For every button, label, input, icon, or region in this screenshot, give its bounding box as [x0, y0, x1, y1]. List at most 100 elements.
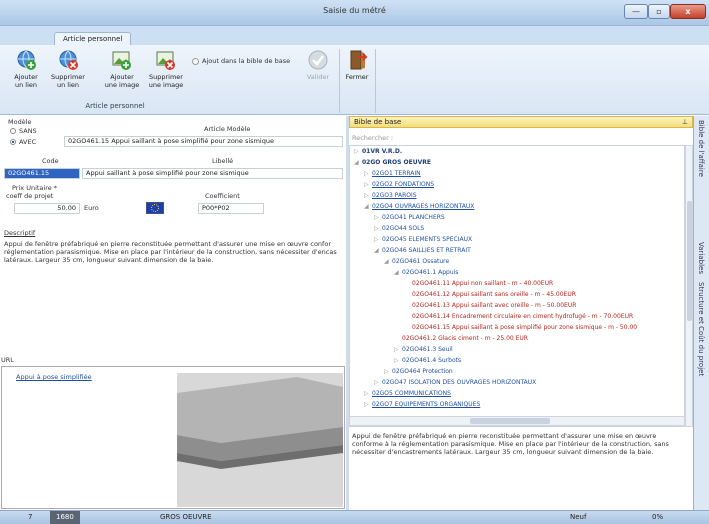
tree-item[interactable]: ◢ 02GO46 SAILLIES ET RETRAIT [374, 247, 471, 254]
tab-variables[interactable]: Variables [697, 242, 705, 274]
validate-button[interactable]: Valider [302, 49, 334, 81]
expander-icon[interactable]: ▷ [384, 368, 392, 375]
check-circle-icon [308, 50, 328, 70]
add-link-button[interactable]: Ajouter un lien [6, 49, 46, 89]
tree-item-label: 02GO461.13 Appui saillant avec oreille -… [412, 302, 577, 309]
bible-search-input[interactable]: Rechercher : [352, 134, 393, 142]
ribbon-tab-strip: Article personnel ^ [0, 26, 709, 67]
url-link[interactable]: Appui à pose simplifiée [16, 373, 92, 381]
tree-item[interactable]: ▷ 02GO1 TERRAIN [364, 170, 421, 177]
delete-image-button[interactable]: Supprimer une image [144, 49, 188, 89]
tree-item[interactable]: 02GO461.15 Appui saillant à pose simplif… [404, 324, 637, 331]
side-tab-strip: Bible de l'affaire Variables Structure e… [693, 116, 709, 510]
globe-delete-icon [59, 50, 78, 70]
tree-item-label: 02GO5 COMMUNICATIONS [372, 390, 451, 397]
add-image-label-1: Ajouter [110, 73, 134, 81]
article-modele-label: Article Modèle [204, 125, 251, 133]
tree-item[interactable]: ▷ 02GO3 PAROIS [364, 192, 417, 199]
expander-icon[interactable]: ▷ [364, 390, 372, 397]
add-image-button[interactable]: Ajouter une image [100, 49, 144, 89]
tree-item-label: 02GO GROS OEUVRE [362, 159, 431, 166]
tree-item[interactable]: ◢ 02GO GROS OEUVRE [354, 159, 431, 166]
maximize-button[interactable]: ▫ [648, 4, 670, 19]
status-state: Neuf [570, 513, 587, 521]
scroll-thumb[interactable] [687, 201, 692, 321]
add-to-bible-checkbox[interactable]: Ajout dans la bible de base [192, 57, 290, 65]
expander-icon[interactable]: ▷ [364, 181, 372, 188]
tree-item-label: 01VR V.R.D. [362, 148, 403, 155]
door-exit-icon [350, 50, 368, 70]
tree-item[interactable]: ▷ 01VR V.R.D. [354, 148, 402, 155]
ribbon-separator [375, 49, 376, 113]
expander-icon[interactable]: ▷ [394, 346, 402, 353]
tree-item[interactable]: 02GO461.14 Encadrement circulaire en cim… [404, 313, 633, 320]
tree-item[interactable]: ▷ 02GO7 EQUIPEMENTS ORGANIQUES [364, 401, 480, 408]
window-sill-image [177, 373, 343, 507]
tree-item[interactable]: ▷ 02GO44 SOLS [374, 225, 424, 232]
code-field[interactable]: 02GO461.15 [4, 168, 80, 179]
expander-icon[interactable]: ▷ [354, 148, 362, 155]
tab-bible-affaire[interactable]: Bible de l'affaire [697, 120, 705, 177]
bible-tree: ▷ 01VR V.R.D. ◢ 02GO GROS OEUVRE ▷ 02GO1 TERR… [349, 145, 685, 427]
minimize-button[interactable]: — [624, 4, 648, 19]
expander-icon[interactable]: ▷ [374, 214, 382, 221]
coefficient-field[interactable]: P00*P02 [198, 203, 264, 214]
scroll-thumb[interactable] [470, 418, 550, 424]
globe-add-icon [17, 50, 36, 70]
tree-item[interactable]: ◢ 02GO461 Ossature [384, 258, 449, 265]
expander-icon[interactable]: ◢ [364, 203, 372, 210]
tree-horizontal-scrollbar[interactable] [349, 416, 685, 426]
expander-icon[interactable]: ◢ [354, 159, 362, 166]
close-ribbon-button[interactable]: Fermer [342, 49, 372, 81]
tree-item[interactable]: 02GO461.11 Appui non saillant - m - 40.0… [404, 280, 553, 287]
tree-vertical-scrollbar[interactable] [685, 145, 693, 427]
radio-sans-label: SANS [19, 127, 37, 135]
delete-link-button[interactable]: Supprimer un lien [46, 49, 90, 89]
tree-item[interactable]: ▷ 02GO5 COMMUNICATIONS [364, 390, 451, 397]
bible-title: Bible de base [354, 118, 402, 126]
libelle-label: Libellé [212, 157, 234, 165]
tab-structure-cout[interactable]: Structure et Coût du projet [697, 282, 705, 376]
descriptif-text[interactable]: Appui de fenêtre préfabriqué en pierre r… [4, 240, 344, 264]
radio-avec[interactable]: AVEC [10, 138, 36, 146]
tree-item[interactable]: ▷ 02GO45 ELEMENTS SPECIAUX [374, 236, 472, 243]
tree-item[interactable]: ▷ 02GO464 Protection [384, 368, 453, 375]
expander-icon[interactable]: ▷ [364, 192, 372, 199]
close-button[interactable]: x [670, 4, 706, 19]
tree-item[interactable]: ▷ 02GO2 FONDATIONS [364, 181, 434, 188]
expander-icon[interactable]: ◢ [384, 258, 392, 265]
prix-field[interactable]: 50.00 [14, 203, 80, 214]
expander-icon[interactable]: ▷ [364, 401, 372, 408]
tree-item[interactable]: 02GO461.12 Appui saillant sans oreille -… [404, 291, 576, 298]
coefficient-label: Coefficient [205, 192, 240, 200]
pin-icon[interactable]: ⊥ [682, 117, 688, 127]
tree-item-label: 02GO461.14 Encadrement circulaire en cim… [412, 313, 634, 320]
add-to-bible-label: Ajout dans la bible de base [202, 57, 291, 65]
libelle-field[interactable]: Appui saillant à pose simplifié pour zon… [82, 168, 343, 179]
tree-item[interactable]: ▷ 02GO41 PLANCHERS [374, 214, 445, 221]
tree-item[interactable]: 02GO461.13 Appui saillant avec oreille -… [404, 302, 576, 309]
article-modele-field[interactable]: 02GO461.15 Appui saillant à pose simplif… [64, 136, 343, 147]
expander-icon[interactable]: ▷ [394, 357, 402, 364]
expander-icon[interactable]: ▷ [374, 236, 382, 243]
tree-item[interactable]: ◢ 02GO4 OUVRAGES HORIZONTAUX [364, 203, 474, 210]
expander-icon[interactable]: ◢ [374, 247, 382, 254]
tree-item[interactable]: ▷ 02GO461.3 Seuil [394, 346, 453, 353]
status-code: 1680 [50, 511, 80, 524]
radio-selected-icon [10, 139, 16, 145]
expander-icon[interactable]: ◢ [394, 269, 402, 276]
expander-icon[interactable]: ▷ [374, 225, 382, 232]
tree-item[interactable]: ▷ 02GO47 ISOLATION DES OUVRAGES HORIZONTA… [374, 379, 536, 386]
title-bar: Saisie du métré — ▫ x [0, 0, 709, 26]
status-progress: 0% [652, 513, 664, 521]
tab-article-personnel[interactable]: Article personnel [54, 32, 132, 46]
radio-sans[interactable]: SANS [10, 127, 37, 135]
expander-icon[interactable]: ▷ [374, 379, 382, 386]
expander-icon[interactable]: ▷ [364, 170, 372, 177]
tree-item[interactable]: 02GO461.2 Glacis ciment - m - 25.00 EUR [394, 335, 528, 342]
article-form-panel: Modèle SANS AVEC Article Modèle 02GO461.… [0, 116, 346, 510]
tree-item[interactable]: ▷ 02GO461.4 Surbots [394, 357, 461, 364]
tree-item[interactable]: ◢ 02GO461.1 Appuis [394, 269, 458, 276]
close-label: Fermer [345, 73, 369, 81]
eu-flag-icon[interactable] [146, 202, 164, 214]
